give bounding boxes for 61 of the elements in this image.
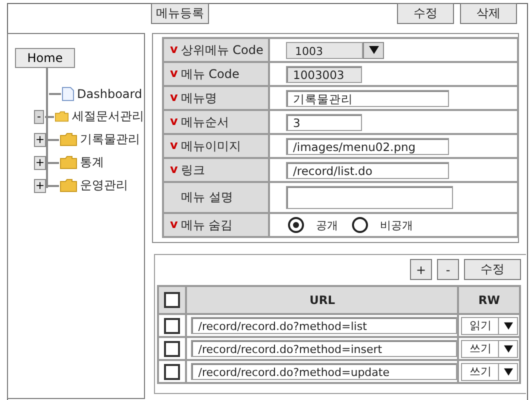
field-label: 상위메뉴 Code (180, 42, 264, 58)
required-mark: v (170, 114, 178, 130)
expand-toggle[interactable]: + (34, 132, 46, 146)
table-action-button[interactable]: 수정 (464, 259, 521, 280)
required-mark: v (170, 66, 178, 82)
field-label: 메뉴순서 (180, 114, 229, 130)
input-field[interactable]: /images/menu02.png (286, 138, 449, 154)
row-checkbox[interactable] (164, 318, 180, 334)
tree-root-button[interactable]: Home (15, 48, 75, 68)
select-field[interactable]: 1003 (286, 42, 363, 58)
required-mark: v (170, 162, 178, 178)
tree-item[interactable]: 운영관리 (80, 177, 128, 194)
select-all-checkbox[interactable] (164, 292, 180, 308)
url-field[interactable]: /record/record.do?method=update (191, 363, 458, 380)
row-checkbox[interactable] (164, 340, 180, 356)
toolbar-button[interactable]: 수정 (397, 3, 454, 24)
caret-icon (504, 344, 513, 352)
required-mark: v (170, 42, 178, 58)
required-mark: v (170, 90, 178, 106)
input-field[interactable]: /record/list.do (286, 162, 449, 178)
required-mark: v (170, 216, 178, 232)
field-label: 메뉴 설명 (181, 189, 233, 206)
text-area[interactable] (286, 186, 453, 209)
folder-icon (55, 110, 69, 123)
expand-toggle[interactable]: + (34, 178, 46, 192)
folder-icon (60, 156, 77, 169)
input-field[interactable]: 3 (286, 114, 362, 130)
table-action-button[interactable]: + (410, 259, 432, 280)
expand-toggle[interactable]: - (34, 110, 44, 124)
folder-icon (60, 133, 77, 146)
required-mark: v (170, 138, 178, 154)
input-field[interactable]: 기록물관리 (286, 90, 449, 106)
caret-icon (504, 368, 513, 376)
tree-item[interactable]: Dashboard (77, 86, 142, 100)
field-label: 메뉴 Code (180, 66, 240, 82)
register-menu-button[interactable]: 메뉴등록 (151, 3, 209, 24)
toolbar-button[interactable]: 삭제 (460, 3, 517, 24)
field-label: 링크 (180, 162, 205, 178)
readonly-field: 1003003 (286, 66, 362, 82)
radio-label: 비공개 (380, 218, 413, 232)
url-field[interactable]: /record/record.do?method=list (191, 317, 458, 334)
tree-item[interactable]: 통계 (80, 154, 104, 171)
radio-button[interactable] (288, 217, 304, 233)
caret-icon (504, 322, 513, 330)
expand-toggle[interactable]: + (34, 156, 46, 170)
radio-label: 공개 (316, 218, 338, 232)
field-label: 메뉴이미지 (180, 138, 241, 154)
dropdown-button[interactable] (363, 42, 384, 58)
table-action-button[interactable]: - (437, 259, 459, 280)
caret-icon (368, 46, 378, 54)
field-label: 메뉴 숨김 (180, 216, 233, 234)
field-label: 메뉴명 (180, 90, 217, 106)
radio-button[interactable] (352, 217, 368, 233)
document-icon (62, 86, 74, 100)
column-header: URL (186, 286, 458, 314)
tree-item[interactable]: 세절문서관리 (72, 108, 144, 125)
url-field[interactable]: /record/record.do?method=insert (191, 340, 458, 357)
folder-icon (60, 179, 77, 192)
row-checkbox[interactable] (164, 364, 180, 380)
column-header: RW (458, 286, 520, 314)
tree-item[interactable]: 기록물관리 (80, 131, 140, 148)
